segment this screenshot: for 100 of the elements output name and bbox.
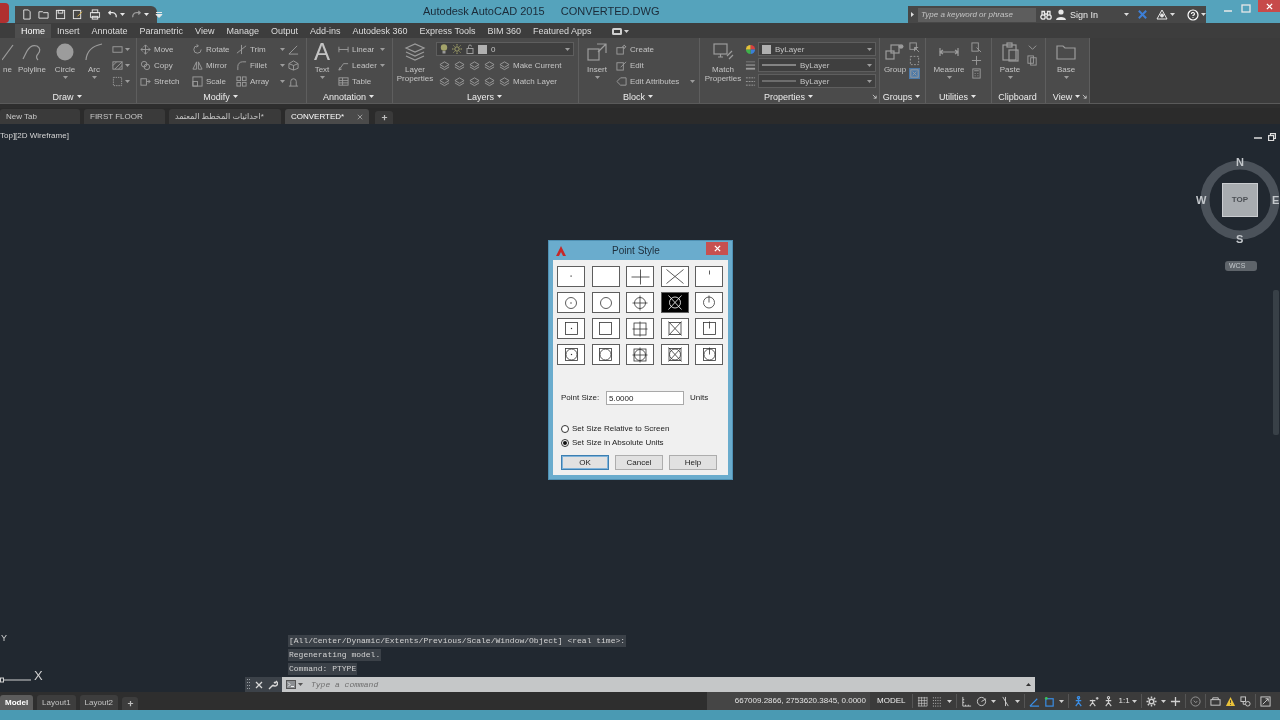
ribbon-tab[interactable]: Insert (51, 24, 86, 38)
dashed-lines-icon[interactable] (745, 76, 756, 87)
color-wheel-icon[interactable] (745, 44, 756, 55)
point-style-option[interactable] (591, 292, 620, 313)
new-tab-button[interactable] (375, 111, 393, 124)
restore-icon[interactable] (1268, 133, 1276, 141)
crossed-lines-icon[interactable] (1000, 695, 1012, 707)
briefcase-icon[interactable] (1209, 695, 1221, 707)
new-layout-button[interactable] (122, 697, 139, 710)
close-icon[interactable] (255, 680, 263, 689)
grid-icon[interactable] (917, 695, 929, 707)
plus-icon[interactable] (1169, 695, 1181, 707)
compass-east-label[interactable]: E (1272, 194, 1280, 206)
right-angle-icon[interactable] (961, 695, 973, 707)
layer-stack-icon[interactable] (439, 59, 450, 71)
point-style-option[interactable] (557, 292, 585, 313)
layer-stack-icon[interactable] (469, 75, 480, 87)
viewport-label[interactable]: Top][2D Wireframe] (0, 131, 69, 141)
point-style-option[interactable] (695, 318, 723, 339)
ribbon-tab[interactable]: Featured Apps (526, 24, 598, 38)
stick-figure-icon[interactable] (1103, 695, 1115, 707)
layer-stack-icon[interactable] (484, 59, 495, 71)
circle-chevron-icon[interactable] (1189, 695, 1201, 707)
dialog-button[interactable]: OK (561, 455, 609, 470)
compass-south-label[interactable]: S (1236, 233, 1244, 245)
compass-west-label[interactable]: W (1196, 194, 1207, 206)
point-style-option[interactable] (695, 344, 723, 365)
point-style-option[interactable] (626, 292, 654, 313)
stick-figure-plus-icon[interactable] (1088, 695, 1100, 707)
scrollbar[interactable] (1273, 290, 1279, 435)
view-cube-face[interactable]: TOP (1222, 183, 1258, 217)
folder-icon[interactable] (38, 9, 49, 20)
ribbon-tab[interactable]: View (189, 24, 221, 38)
layout-tab[interactable]: Model (0, 695, 34, 710)
point-style-option[interactable] (695, 266, 723, 287)
user-icon[interactable] (1055, 9, 1066, 20)
ribbon-tab[interactable]: Manage (220, 24, 265, 38)
line-weights-icon[interactable] (745, 60, 756, 71)
file-tab[interactable]: FIRST FLOOR (84, 109, 165, 124)
printer-icon[interactable] (89, 9, 101, 20)
point-style-option[interactable] (557, 266, 585, 287)
point-style-option[interactable] (557, 344, 585, 365)
point-style-option[interactable] (557, 318, 585, 339)
sign-in-link[interactable]: Sign In (1069, 9, 1098, 20)
disk-pencil-icon[interactable] (72, 9, 83, 20)
minimize-icon[interactable] (1254, 134, 1262, 140)
shapes-icon[interactable] (1239, 695, 1251, 707)
point-style-option[interactable] (591, 266, 620, 287)
terminal-prompt-icon[interactable] (286, 680, 296, 689)
stacked-pages-icon[interactable] (1027, 55, 1038, 66)
point-style-option[interactable] (660, 344, 689, 365)
point-style-option[interactable] (660, 318, 689, 339)
file-tab[interactable]: CONVERTED* (285, 109, 369, 124)
cube-icon[interactable] (288, 59, 299, 71)
layer-stack-icon[interactable] (439, 75, 450, 87)
point-style-option[interactable] (591, 344, 620, 365)
layout-tab[interactable]: Layout2 (79, 695, 119, 710)
layer-stack-icon[interactable] (454, 75, 465, 87)
compass-north-label[interactable]: N (1236, 156, 1244, 168)
ribbon-tab[interactable]: BIM 360 (481, 24, 527, 38)
search-field[interactable]: Type a keyword or phrase (918, 7, 1036, 22)
wrench-icon[interactable] (268, 679, 278, 690)
ribbon-tab[interactable]: Annotate (85, 24, 134, 38)
dotted-grid-icon[interactable] (932, 695, 944, 707)
file-tab[interactable]: New Tab (0, 109, 80, 124)
ribbon-tab[interactable]: Parametric (133, 24, 190, 38)
point-size-field[interactable]: 5.0000 (606, 391, 684, 405)
dialog-button[interactable]: Help (669, 455, 717, 470)
angle-line-icon[interactable] (288, 43, 299, 55)
radio-button[interactable] (561, 439, 569, 447)
point-style-option[interactable] (626, 266, 654, 287)
ribbon-tab[interactable]: Home (15, 24, 51, 38)
point-style-option[interactable] (660, 266, 689, 287)
ribbon-tab[interactable]: Express Tools (413, 24, 482, 38)
gear-icon[interactable] (1145, 695, 1157, 707)
point-style-option[interactable] (695, 292, 723, 313)
undo-arrow-icon[interactable] (107, 9, 118, 20)
point-style-option[interactable] (591, 318, 620, 339)
close-window-button[interactable] (1258, 0, 1280, 12)
warning-triangle-icon[interactable] (1224, 695, 1236, 707)
layer-stack-icon[interactable] (484, 75, 495, 87)
annotation-scale-menu[interactable]: 1:1 (1118, 695, 1137, 707)
point-style-option[interactable] (626, 344, 654, 365)
help-icon[interactable] (1187, 8, 1199, 21)
ribbon-tab[interactable]: Add-ins (304, 24, 347, 38)
point-style-option[interactable] (626, 318, 654, 339)
command-line-handle[interactable] (245, 677, 282, 692)
blank-page-icon[interactable] (21, 9, 32, 20)
model-space-toggle[interactable]: MODEL (874, 692, 909, 710)
redo-arrow-icon[interactable] (131, 9, 142, 20)
line-caret-icon[interactable] (155, 10, 163, 19)
ribbon-tab[interactable]: Output (264, 24, 304, 38)
dialog-button[interactable]: Cancel (615, 455, 663, 470)
chevron-down-icon[interactable] (1027, 42, 1038, 53)
fullscreen-icon[interactable] (1259, 695, 1271, 707)
ribbon-tab[interactable]: Autodesk 360 (346, 24, 414, 38)
binoculars-icon[interactable] (1039, 9, 1052, 20)
dotted-square-icon[interactable] (112, 75, 123, 87)
layer-stack-icon[interactable] (469, 59, 480, 71)
hatched-rectangle-icon[interactable] (112, 59, 123, 71)
